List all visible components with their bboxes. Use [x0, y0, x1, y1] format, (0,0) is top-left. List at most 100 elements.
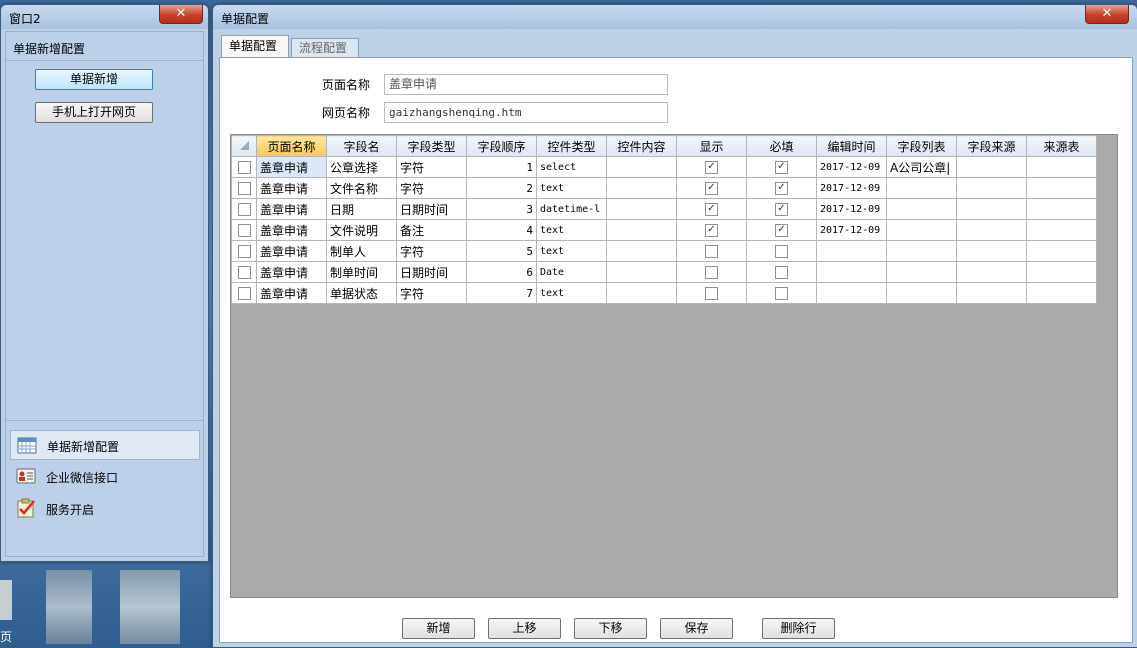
window-2-close-button[interactable]: ✕: [159, 5, 203, 24]
table-cell-field[interactable]: 公章选择: [326, 156, 397, 178]
table-cell-order[interactable]: 5: [466, 240, 537, 262]
web-name-input[interactable]: gaizhangshenqing.htm: [384, 102, 668, 123]
table-cell-order[interactable]: 1: [466, 156, 537, 178]
show-checkbox-cell[interactable]: ✓: [676, 177, 747, 199]
open-mobile-page-button[interactable]: 手机上打开网页: [35, 102, 153, 123]
table-cell-source[interactable]: [956, 156, 1027, 178]
table-cell-control[interactable]: text: [536, 177, 607, 199]
row-select-checkbox[interactable]: [231, 198, 257, 220]
table-cell-page[interactable]: 盖章申请: [256, 219, 327, 241]
table-cell-content[interactable]: [606, 219, 677, 241]
table-cell-source[interactable]: [956, 261, 1027, 283]
table-cell-table[interactable]: [1026, 219, 1097, 241]
column-header[interactable]: 必填: [746, 135, 817, 157]
table-cell-content[interactable]: [606, 177, 677, 199]
select-all-corner[interactable]: [231, 135, 257, 157]
tab-bill-config[interactable]: 单据配置: [221, 35, 289, 57]
table-cell-type[interactable]: 字符: [396, 156, 467, 178]
checkbox-checked[interactable]: ✓: [705, 182, 718, 195]
column-header[interactable]: 显示: [676, 135, 747, 157]
table-cell-table[interactable]: [1026, 282, 1097, 304]
delete-row-button[interactable]: 删除行: [762, 618, 835, 639]
table-cell-edit-time[interactable]: 2017-12-09: [816, 219, 887, 241]
table-cell-type[interactable]: 日期时间: [396, 198, 467, 220]
table-cell-content[interactable]: [606, 156, 677, 178]
checkbox-unchecked[interactable]: [775, 287, 788, 300]
show-checkbox-cell[interactable]: ✓: [676, 198, 747, 220]
table-cell-list[interactable]: [886, 198, 957, 220]
blurred-desktop-icon[interactable]: [120, 570, 180, 644]
column-header[interactable]: 字段顺序: [466, 135, 537, 157]
table-cell-field[interactable]: 文件说明: [326, 219, 397, 241]
nav-item-service-start[interactable]: 服务开启: [10, 494, 198, 522]
table-cell-source[interactable]: [956, 198, 1027, 220]
checkbox-checked[interactable]: ✓: [705, 224, 718, 237]
row-select-checkbox[interactable]: [231, 156, 257, 178]
table-cell-order[interactable]: 7: [466, 282, 537, 304]
checkbox-checked[interactable]: ✓: [775, 161, 788, 174]
table-cell-page[interactable]: 盖章申请: [256, 198, 327, 220]
table-row[interactable]: 盖章申请 公章选择 字符 1 select ✓ ✓ 2017-12-09 A公司公章|: [231, 156, 1097, 178]
add-bill-button[interactable]: 单据新增: [35, 69, 153, 90]
table-cell-content[interactable]: [606, 261, 677, 283]
add-row-button[interactable]: 新增: [402, 618, 475, 639]
table-cell-field[interactable]: 单据状态: [326, 282, 397, 304]
table-cell-page[interactable]: 盖章申请: [256, 261, 327, 283]
row-select-checkbox[interactable]: [231, 219, 257, 241]
table-row[interactable]: 盖章申请 文件说明 备注 4 text ✓ ✓ 2017-12-09: [231, 219, 1097, 241]
table-cell-page[interactable]: 盖章申请: [256, 156, 327, 178]
required-checkbox-cell[interactable]: ✓: [746, 177, 817, 199]
checkbox-unchecked[interactable]: [705, 266, 718, 279]
row-select-checkbox[interactable]: [231, 261, 257, 283]
table-cell-source[interactable]: [956, 177, 1027, 199]
table-cell-edit-time[interactable]: [816, 261, 887, 283]
move-up-button[interactable]: 上移: [488, 618, 561, 639]
table-cell-control[interactable]: select: [536, 156, 607, 178]
column-header[interactable]: 字段名: [326, 135, 397, 157]
column-header[interactable]: 控件内容: [606, 135, 677, 157]
table-cell-control[interactable]: text: [536, 219, 607, 241]
checkbox-checked[interactable]: ✓: [775, 224, 788, 237]
table-cell-page[interactable]: 盖章申请: [256, 240, 327, 262]
table-cell-order[interactable]: 3: [466, 198, 537, 220]
required-checkbox-cell[interactable]: ✓: [746, 198, 817, 220]
table-cell-type[interactable]: 字符: [396, 240, 467, 262]
row-select-checkbox[interactable]: [231, 282, 257, 304]
desktop-icon-partial[interactable]: [0, 580, 12, 620]
required-checkbox-cell[interactable]: ✓: [746, 156, 817, 178]
show-checkbox-cell[interactable]: ✓: [676, 156, 747, 178]
table-cell-control[interactable]: Date: [536, 261, 607, 283]
column-header[interactable]: 来源表: [1026, 135, 1097, 157]
checkbox-checked[interactable]: ✓: [705, 203, 718, 216]
column-header[interactable]: 字段来源: [956, 135, 1027, 157]
column-header[interactable]: 字段列表: [886, 135, 957, 157]
table-cell-list[interactable]: [886, 240, 957, 262]
table-row[interactable]: 盖章申请 制单时间 日期时间 6 Date: [231, 261, 1097, 283]
table-cell-type[interactable]: 备注: [396, 219, 467, 241]
table-cell-type[interactable]: 日期时间: [396, 261, 467, 283]
table-cell-content[interactable]: [606, 198, 677, 220]
table-cell-page[interactable]: 盖章申请: [256, 282, 327, 304]
table-cell-order[interactable]: 6: [466, 261, 537, 283]
table-cell-field[interactable]: 制单人: [326, 240, 397, 262]
table-cell-table[interactable]: [1026, 198, 1097, 220]
column-header[interactable]: 控件类型: [536, 135, 607, 157]
table-cell-control[interactable]: text: [536, 240, 607, 262]
table-row[interactable]: 盖章申请 日期 日期时间 3 datetime-l ✓ ✓ 2017-12-09: [231, 198, 1097, 220]
table-cell-control[interactable]: datetime-l: [536, 198, 607, 220]
tab-flow-config[interactable]: 流程配置: [291, 38, 359, 57]
table-cell-field[interactable]: 制单时间: [326, 261, 397, 283]
table-cell-type[interactable]: 字符: [396, 282, 467, 304]
required-checkbox-cell[interactable]: [746, 282, 817, 304]
save-button[interactable]: 保存: [660, 618, 733, 639]
table-cell-list[interactable]: A公司公章|: [886, 156, 957, 178]
main-titlebar[interactable]: 单据配置: [213, 5, 1137, 29]
table-row[interactable]: 盖章申请 制单人 字符 5 text: [231, 240, 1097, 262]
table-cell-control[interactable]: text: [536, 282, 607, 304]
column-header[interactable]: 页面名称: [256, 135, 327, 157]
row-select-checkbox[interactable]: [231, 177, 257, 199]
page-name-input[interactable]: 盖章申请: [384, 74, 668, 95]
nav-item-bill-config[interactable]: 单据新增配置: [10, 430, 200, 460]
nav-item-wechat-api[interactable]: 企业微信接口: [10, 462, 198, 490]
table-row[interactable]: 盖章申请 文件名称 字符 2 text ✓ ✓ 2017-12-09: [231, 177, 1097, 199]
